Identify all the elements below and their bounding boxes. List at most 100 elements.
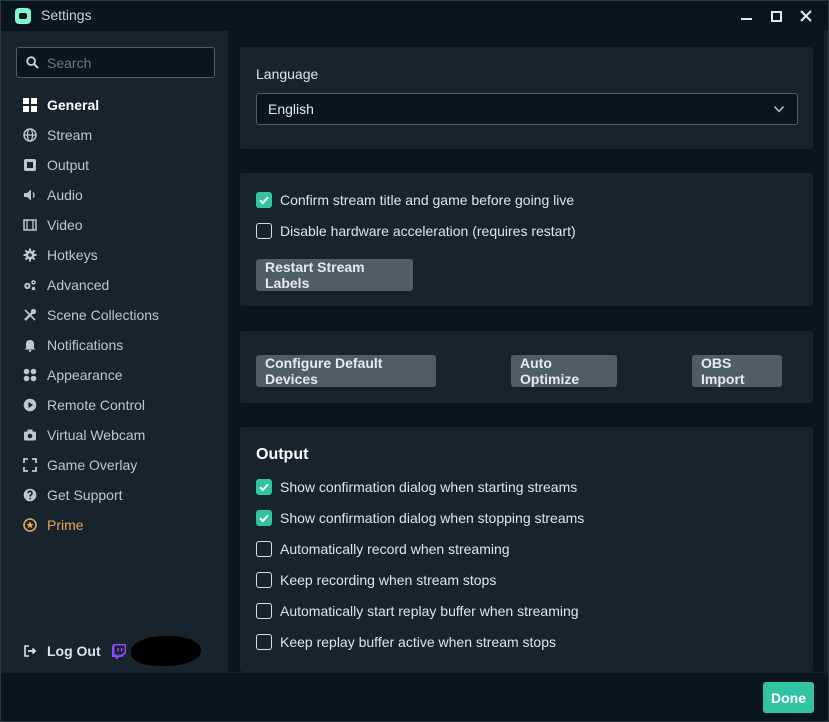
- grid-icon: [23, 98, 37, 112]
- sidebar-item-label: Hotkeys: [47, 247, 98, 263]
- option-label: Confirm stream title and game before goi…: [280, 192, 575, 208]
- auto-optimize-button[interactable]: Auto Optimize: [511, 355, 617, 387]
- checkbox-checked[interactable]: [256, 192, 272, 208]
- search-input[interactable]: [47, 52, 207, 74]
- option-label: Automatically start replay buffer when s…: [280, 603, 579, 619]
- keep-recording-option[interactable]: Keep recording when stream stops: [256, 572, 496, 588]
- logout-button[interactable]: Log Out: [23, 643, 101, 659]
- sidebar-item-remote-control[interactable]: Remote Control: [1, 390, 228, 420]
- sidebar-item-virtual-webcam[interactable]: Virtual Webcam: [1, 420, 228, 450]
- checkbox-checked[interactable]: [256, 479, 272, 495]
- obs-import-button[interactable]: OBS Import: [692, 355, 782, 387]
- sidebar-item-video[interactable]: Video: [1, 210, 228, 240]
- redacted-username: [131, 636, 201, 666]
- twitch-icon: [112, 644, 126, 659]
- sidebar-item-notifications[interactable]: Notifications: [1, 330, 228, 360]
- maximize-icon: [770, 10, 782, 22]
- speaker-icon: [23, 188, 37, 202]
- sidebar-item-audio[interactable]: Audio: [1, 180, 228, 210]
- bell-icon: [23, 338, 37, 352]
- done-button[interactable]: Done: [763, 682, 814, 713]
- sidebar-item-label: Output: [47, 157, 90, 173]
- sidebar-item-appearance[interactable]: Appearance: [1, 360, 228, 390]
- sidebar-item-output[interactable]: Output: [1, 150, 228, 180]
- sidebar-item-game-overlay[interactable]: Game Overlay: [1, 450, 228, 480]
- settings-content: Language English Confirm stream title an…: [228, 31, 828, 672]
- sidebar-item-label: Advanced: [47, 277, 110, 293]
- output-section-title: Output: [256, 446, 309, 463]
- minimize-button[interactable]: [735, 5, 757, 27]
- confirm-stop-stream-option[interactable]: Show confirmation dialog when stopping s…: [256, 510, 584, 526]
- settings-sidebar: General Stream Output Audio: [1, 31, 228, 672]
- star-badge-icon: [23, 518, 37, 532]
- confirm-start-stream-option[interactable]: Show confirmation dialog when starting s…: [256, 479, 577, 495]
- sidebar-item-label: Stream: [47, 127, 93, 143]
- gear-icon: [23, 248, 37, 262]
- sidebar-item-label: Get Support: [47, 487, 123, 503]
- checkbox-checked[interactable]: [256, 510, 272, 526]
- sidebar-item-prime[interactable]: Prime: [1, 510, 228, 540]
- confirm-stream-title-option[interactable]: Confirm stream title and game before goi…: [256, 192, 574, 208]
- sidebar-item-get-support[interactable]: Get Support: [1, 480, 228, 510]
- sidebar-item-label: Prime: [47, 517, 84, 533]
- sidebar-item-hotkeys[interactable]: Hotkeys: [1, 240, 228, 270]
- tools-icon: [23, 308, 37, 322]
- close-icon: [800, 10, 812, 22]
- sidebar-item-label: General: [47, 97, 100, 113]
- search-box[interactable]: [16, 47, 215, 78]
- auto-record-option[interactable]: Automatically record when streaming: [256, 541, 510, 557]
- option-label: Keep replay buffer active when stream st…: [280, 634, 557, 650]
- sidebar-item-stream[interactable]: Stream: [1, 120, 228, 150]
- language-card: Language English: [240, 47, 813, 149]
- auto-replay-buffer-option[interactable]: Automatically start replay buffer when s…: [256, 603, 579, 619]
- disable-hardware-acceleration-option[interactable]: Disable hardware acceleration (requires …: [256, 223, 576, 239]
- checkbox-unchecked[interactable]: [256, 572, 272, 588]
- output-icon: [23, 158, 37, 172]
- sidebar-item-label: Appearance: [47, 367, 123, 383]
- check-icon: [259, 514, 269, 523]
- option-label: Show confirmation dialog when starting s…: [280, 479, 578, 495]
- general-options-card: Confirm stream title and game before goi…: [240, 173, 813, 306]
- sidebar-item-advanced[interactable]: Advanced: [1, 270, 228, 300]
- window-title: Settings: [41, 7, 92, 23]
- checkbox-unchecked[interactable]: [256, 634, 272, 650]
- search-icon: [26, 56, 39, 69]
- sidebar-item-label: Game Overlay: [47, 457, 138, 473]
- configure-default-devices-button[interactable]: Configure Default Devices: [256, 355, 436, 387]
- keep-replay-buffer-option[interactable]: Keep replay buffer active when stream st…: [256, 634, 556, 650]
- language-selected-value: English: [268, 101, 314, 117]
- sidebar-item-label: Notifications: [47, 337, 124, 353]
- option-label: Automatically record when streaming: [280, 541, 510, 557]
- chevron-down-icon: [773, 106, 785, 113]
- palette-icon: [23, 368, 37, 382]
- language-label: Language: [256, 66, 319, 82]
- camera-icon: [23, 428, 37, 442]
- logout-label: Log Out: [47, 643, 101, 659]
- title-bar[interactable]: Settings: [1, 1, 828, 31]
- expand-icon: [23, 458, 37, 472]
- close-button[interactable]: [795, 5, 817, 27]
- play-circle-icon: [23, 398, 37, 412]
- maximize-button[interactable]: [765, 5, 787, 27]
- logout-icon: [23, 644, 37, 658]
- option-label: Disable hardware acceleration (requires …: [280, 223, 576, 239]
- checkbox-unchecked[interactable]: [256, 223, 272, 239]
- option-label: Keep recording when stream stops: [280, 572, 497, 588]
- check-icon: [259, 483, 269, 492]
- scrollbar[interactable]: [824, 31, 828, 672]
- sidebar-item-scene-collections[interactable]: Scene Collections: [1, 300, 228, 330]
- sidebar-item-label: Video: [47, 217, 83, 233]
- checkbox-unchecked[interactable]: [256, 541, 272, 557]
- streamlabs-logo-icon: [15, 8, 31, 24]
- restart-stream-labels-button[interactable]: Restart Stream Labels: [256, 259, 413, 291]
- sidebar-item-label: Scene Collections: [47, 307, 160, 323]
- language-select[interactable]: English: [256, 93, 798, 125]
- sidebar-item-label: Virtual Webcam: [47, 427, 146, 443]
- gears-icon: [23, 278, 37, 292]
- globe-icon: [23, 128, 37, 142]
- output-options-card: Output Show confirmation dialog when sta…: [240, 427, 813, 672]
- checkbox-unchecked[interactable]: [256, 603, 272, 619]
- device-actions-card: Configure Default Devices Auto Optimize …: [240, 331, 813, 403]
- option-label: Show confirmation dialog when stopping s…: [280, 510, 585, 526]
- sidebar-item-general[interactable]: General: [1, 90, 228, 120]
